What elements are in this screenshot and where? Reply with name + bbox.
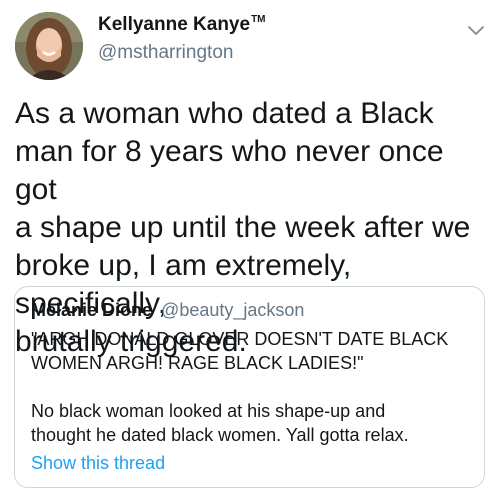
quoted-tweet[interactable]: Melanie Dione @beauty_jackson "ARGH DONA… bbox=[14, 286, 485, 488]
show-thread-link[interactable]: Show this thread bbox=[31, 451, 468, 475]
trademark-symbol: TM bbox=[251, 14, 266, 25]
quoted-tweet-text: "ARGH DONALD GLOVER DOESN'T DATE BLACK W… bbox=[31, 329, 449, 445]
avatar-image bbox=[15, 12, 83, 80]
tweet-card: Kellyanne Kanye TM @mstharrington As a w… bbox=[0, 0, 500, 498]
author-info: Kellyanne Kanye TM @mstharrington bbox=[98, 14, 266, 64]
quoted-display-name: Melanie Dione bbox=[31, 300, 153, 320]
author-handle[interactable]: @mstharrington bbox=[98, 42, 266, 64]
author-display-name[interactable]: Kellyanne Kanye bbox=[98, 14, 250, 36]
chevron-down-icon[interactable] bbox=[466, 24, 486, 38]
avatar[interactable] bbox=[15, 12, 83, 80]
display-name-row: Kellyanne Kanye TM bbox=[98, 14, 266, 36]
quoted-handle: @beauty_jackson bbox=[161, 300, 305, 320]
quoted-tweet-header: Melanie Dione @beauty_jackson bbox=[31, 299, 468, 321]
